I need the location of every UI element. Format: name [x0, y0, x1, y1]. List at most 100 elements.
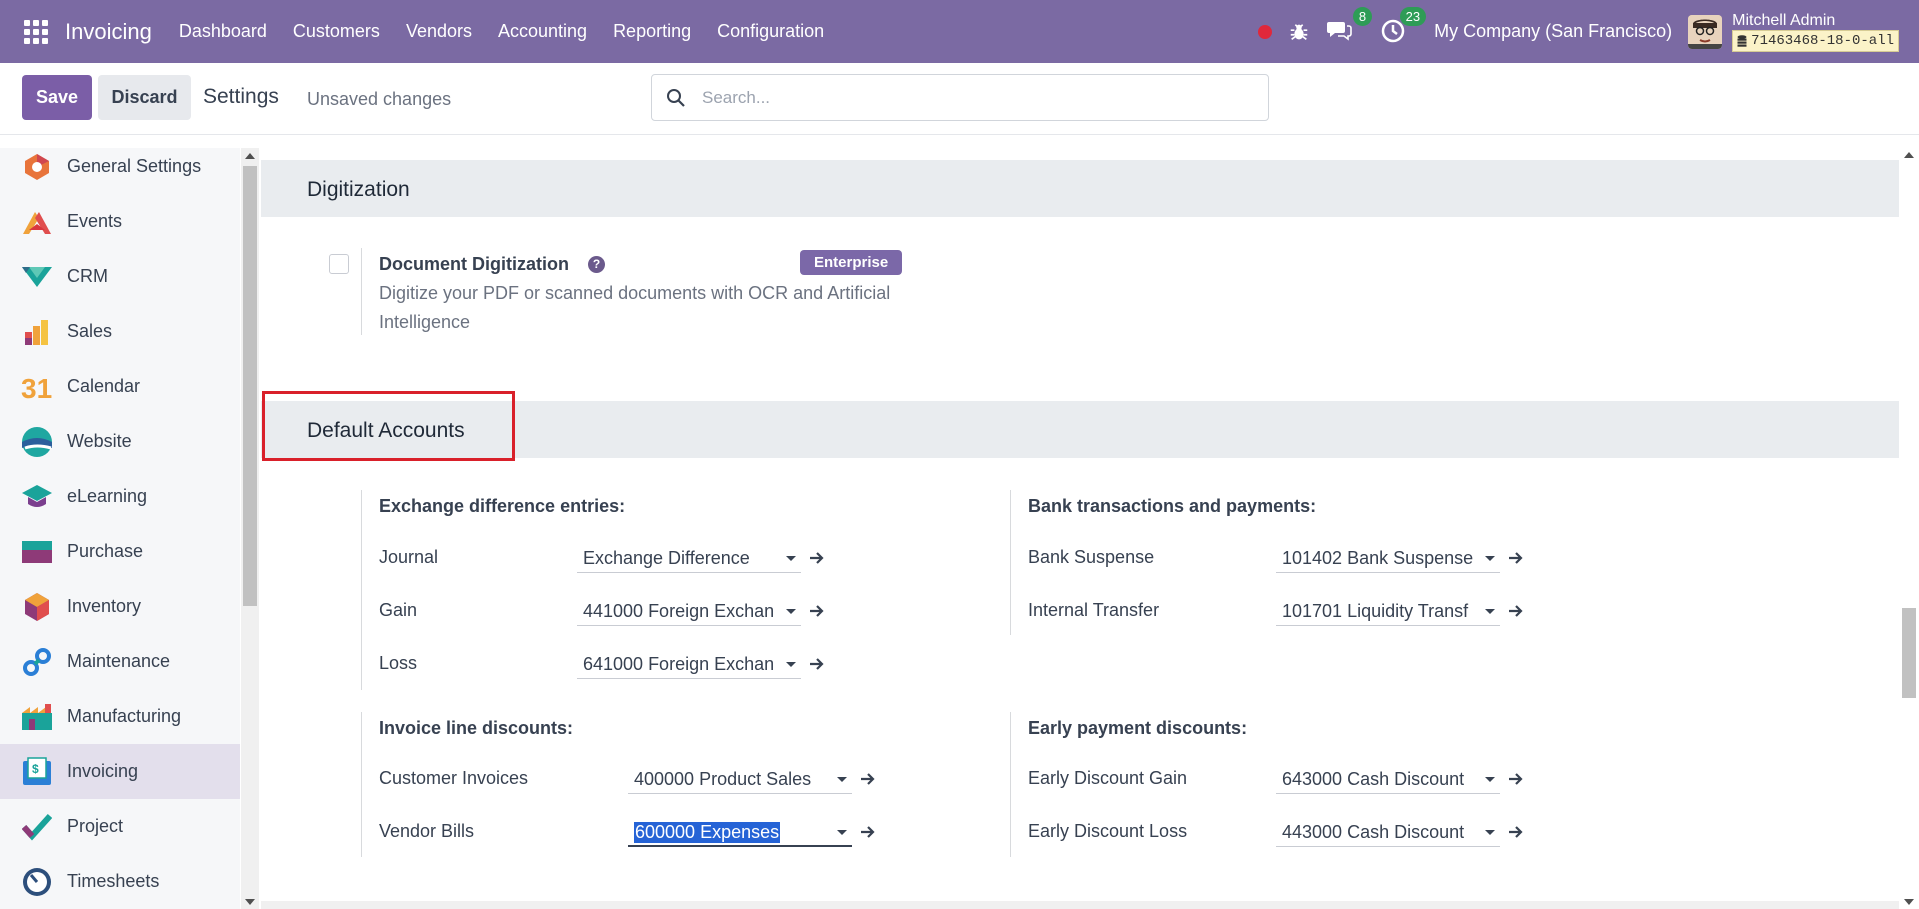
- search-input[interactable]: [700, 86, 1244, 109]
- caret-down-icon: [837, 830, 847, 835]
- internal-link-arrow-icon[interactable]: [808, 549, 826, 567]
- scroll-up-arrow-icon[interactable]: [1904, 152, 1914, 158]
- sidebar-item-timesheets[interactable]: Timesheets: [0, 854, 240, 909]
- field-value: 443000 Cash Discount: [1282, 822, 1465, 842]
- sidebar-item-events[interactable]: Events: [0, 194, 240, 249]
- menu-customers[interactable]: Customers: [280, 21, 393, 42]
- unsaved-status: Unsaved changes: [307, 89, 452, 109]
- maintenance-icon: [21, 646, 53, 678]
- sidebar-item-manufacturing[interactable]: Manufacturing: [0, 689, 240, 744]
- internal-link-arrow-icon[interactable]: [808, 655, 826, 673]
- menu-reporting[interactable]: Reporting: [600, 21, 704, 42]
- customer-invoices-select[interactable]: 400000 Product Sales: [628, 764, 852, 794]
- sidebar-item-label: Timesheets: [67, 871, 160, 891]
- internal-link-arrow-icon[interactable]: [859, 770, 877, 788]
- sidebar-item-sales[interactable]: Sales: [0, 304, 240, 359]
- internal-link-arrow-icon[interactable]: [859, 823, 877, 841]
- early-payment-title: Early payment discounts:: [1028, 718, 1248, 738]
- elearning-icon: [21, 481, 53, 513]
- section-title: Digitization: [307, 178, 410, 201]
- horizontal-scrollbar[interactable]: [261, 901, 1899, 909]
- scroll-up-arrow-icon[interactable]: [245, 153, 255, 159]
- website-icon: [21, 426, 53, 458]
- field-value: 101402 Bank Suspense: [1282, 548, 1474, 568]
- invoice-discounts-title: Invoice line discounts:: [379, 718, 574, 738]
- internal-link-arrow-icon[interactable]: [1507, 770, 1525, 788]
- sidebar-item-invoicing[interactable]: $ Invoicing: [0, 744, 240, 799]
- early-discount-loss-select[interactable]: 443000 Cash Discount: [1276, 817, 1500, 847]
- sidebar-item-purchase[interactable]: Purchase: [0, 524, 240, 579]
- content-scrollbar[interactable]: [1899, 148, 1919, 909]
- sidebar-item-calendar[interactable]: 31 Calendar: [0, 359, 240, 414]
- sidebar-item-label: eLearning: [67, 486, 148, 506]
- caret-down-icon: [1485, 777, 1495, 782]
- user-name: Mitchell Admin: [1732, 11, 1836, 29]
- sidebar-item-project[interactable]: Project: [0, 799, 240, 854]
- sidebar-item-label: Inventory: [67, 596, 142, 616]
- menu-configuration[interactable]: Configuration: [704, 21, 837, 42]
- internal-transfer-select[interactable]: 101701 Liquidity Transf: [1276, 596, 1500, 626]
- menu-dashboard[interactable]: Dashboard: [166, 21, 280, 42]
- setting-title: Document Digitization: [379, 254, 569, 274]
- vendor-bills-select[interactable]: 600000 Expenses: [628, 817, 852, 847]
- debug-bug-icon[interactable]: [1288, 21, 1310, 43]
- internal-link-arrow-icon[interactable]: [808, 602, 826, 620]
- help-icon[interactable]: ?: [588, 256, 605, 273]
- caret-down-icon: [786, 556, 796, 561]
- setting-description: Digitize your PDF or scanned documents w…: [379, 279, 890, 337]
- sidebar-scrollbar[interactable]: [241, 148, 259, 909]
- sidebar-item-label: Sales: [67, 321, 113, 341]
- navbar-systray: 8 23 My Company (San Francisco) Mitchell…: [1258, 0, 1919, 63]
- app-brand[interactable]: Invoicing: [65, 19, 152, 45]
- gain-account-select[interactable]: 441000 Foreign Exchan: [577, 596, 801, 626]
- scroll-down-arrow-icon[interactable]: [1904, 899, 1914, 905]
- sidebar-item-maintenance[interactable]: Maintenance: [0, 634, 240, 689]
- caret-down-icon: [837, 777, 847, 782]
- early-discount-gain-select[interactable]: 643000 Cash Discount: [1276, 764, 1500, 794]
- user-avatar[interactable]: [1688, 14, 1723, 49]
- sidebar-item-label: Calendar: [67, 376, 141, 396]
- field-value: 101701 Liquidity Transf: [1282, 601, 1469, 621]
- recording-dot-icon[interactable]: [1258, 24, 1273, 39]
- caret-down-icon: [1485, 609, 1495, 614]
- crm-icon: [21, 261, 53, 293]
- sidebar-scroll-thumb[interactable]: [243, 166, 257, 606]
- loss-account-select[interactable]: 641000 Foreign Exchan: [577, 649, 801, 679]
- activities-count-badge: 23: [1399, 6, 1427, 26]
- save-button[interactable]: Save: [22, 75, 92, 120]
- caret-down-icon: [1485, 556, 1495, 561]
- discard-button[interactable]: Discard: [98, 75, 191, 120]
- divider: [1010, 712, 1011, 857]
- sidebar-item-inventory[interactable]: Inventory: [0, 579, 240, 634]
- sidebar-item-elearning[interactable]: eLearning: [0, 469, 240, 524]
- sidebar-item-label: Events: [67, 211, 123, 231]
- activities-button[interactable]: 23: [1380, 6, 1427, 46]
- internal-link-arrow-icon[interactable]: [1507, 602, 1525, 620]
- internal-link-arrow-icon[interactable]: [1507, 823, 1525, 841]
- sidebar-item-website[interactable]: Website: [0, 414, 240, 469]
- highlight-annotation-box: [262, 391, 515, 461]
- caret-down-icon: [786, 609, 796, 614]
- field-value: 641000 Foreign Exchan: [583, 654, 775, 674]
- app-menu-icon[interactable]: [23, 19, 49, 45]
- messages-button[interactable]: 8: [1326, 6, 1373, 46]
- vendor-bills-label: Vendor Bills: [379, 821, 475, 841]
- company-switcher[interactable]: My Company (San Francisco): [1434, 21, 1672, 42]
- invoicing-icon: $: [21, 756, 53, 788]
- journal-select[interactable]: Exchange Difference: [577, 543, 801, 573]
- menu-accounting[interactable]: Accounting: [485, 21, 600, 42]
- early-discount-gain-label: Early Discount Gain: [1028, 768, 1188, 788]
- scroll-down-arrow-icon[interactable]: [245, 899, 255, 905]
- menu-vendors[interactable]: Vendors: [393, 21, 485, 42]
- field-value: Exchange Difference: [583, 548, 750, 568]
- sidebar-item-general-settings[interactable]: General Settings: [0, 148, 240, 194]
- internal-link-arrow-icon[interactable]: [1507, 549, 1525, 567]
- sidebar-item-label: CRM: [67, 266, 108, 286]
- document-digitization-checkbox[interactable]: [329, 254, 349, 274]
- events-icon: [21, 206, 53, 238]
- description-line: Digitize your PDF or scanned documents w…: [379, 283, 891, 303]
- sidebar-item-crm[interactable]: CRM: [0, 249, 240, 304]
- bank-suspense-select[interactable]: 101402 Bank Suspense: [1276, 543, 1500, 573]
- content-scroll-thumb[interactable]: [1902, 608, 1916, 698]
- user-menu[interactable]: Mitchell Admin 71463468-18-0-all: [1732, 12, 1899, 52]
